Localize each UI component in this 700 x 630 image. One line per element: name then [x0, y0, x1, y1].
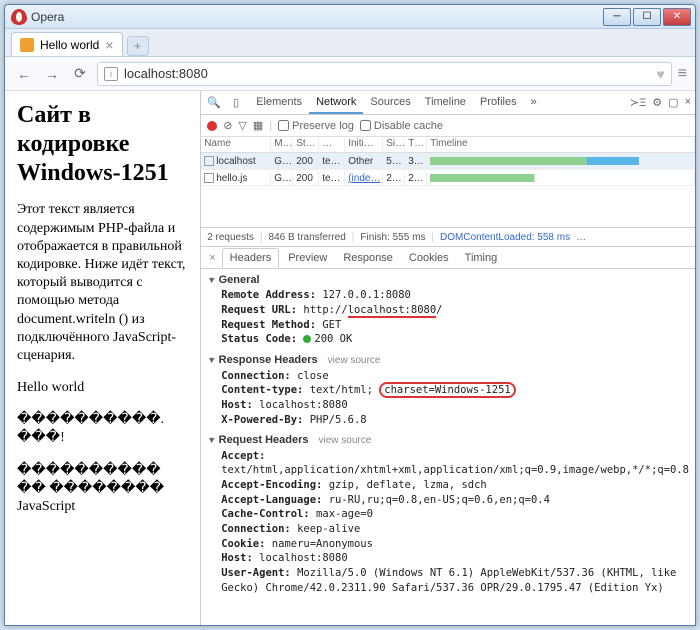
devtools-tab-network[interactable]: Network [309, 92, 363, 114]
window-close-button[interactable]: ✕ [663, 8, 691, 26]
summary-finish: Finish: 555 ms [360, 232, 425, 243]
menu-icon[interactable]: ≡ [678, 65, 687, 83]
preserve-log-checkbox[interactable]: Preserve log [278, 120, 354, 132]
col-type[interactable]: … [319, 137, 345, 152]
detail-close-icon[interactable]: × [205, 252, 219, 264]
console-toggle-icon[interactable]: ≻Ξ [630, 96, 646, 109]
highlighted-charset: charset=Windows-1251 [379, 382, 515, 398]
page-heading: Сайт в кодировке Windows-1251 [17, 101, 188, 187]
favicon-icon [20, 38, 34, 52]
section-heading[interactable]: General [207, 273, 689, 288]
devtools-tab-sources[interactable]: Sources [363, 92, 417, 114]
dock-icon[interactable]: ▢ [668, 96, 678, 109]
toolbar: ← → ⟳ i localhost:8080 ♥ ≡ [5, 57, 695, 91]
settings-icon[interactable]: ⚙ [652, 96, 662, 109]
network-toolbar: ⊘ ▽ ▦ | Preserve log Disable cache [201, 115, 695, 137]
browser-tab[interactable]: Hello world × [11, 32, 123, 56]
devtools-tab-elements[interactable]: Elements [249, 92, 309, 114]
detail-tabs: × Headers Preview Response Cookies Timin… [201, 247, 695, 269]
timeline-bar [430, 174, 691, 182]
filter-icon[interactable]: ▽ [238, 119, 246, 132]
col-timeline[interactable]: Timeline [427, 137, 695, 152]
devtools-tab-profiles[interactable]: Profiles [473, 92, 524, 114]
file-icon [204, 156, 214, 166]
file-icon [204, 173, 214, 183]
url-bar[interactable]: i localhost:8080 ♥ [97, 62, 672, 86]
devtools-topbar: 🔍 ▯ Elements Network Sources Timeline Pr… [201, 91, 695, 115]
network-row[interactable]: hello.js G… 200 te… (inde… 2… 2… [201, 170, 695, 187]
summary-requests: 2 requests [207, 232, 254, 243]
titlebar: Opera ─ ☐ ✕ [5, 5, 695, 29]
network-rows: localhost G… 200 te… Other 5… 3… hello.j… [201, 153, 695, 227]
col-method[interactable]: M… [271, 137, 293, 152]
status-dot-icon [303, 335, 311, 343]
section-heading[interactable]: Request Headersview source [207, 433, 689, 448]
window-maximize-button[interactable]: ☐ [633, 8, 661, 26]
detail-tab-preview[interactable]: Preview [281, 249, 334, 267]
summary-transferred: 846 B transferred [269, 232, 346, 243]
browser-window: Opera ─ ☐ ✕ Hello world × + ← → ⟳ i loca… [4, 4, 696, 626]
clear-icon[interactable]: ⊘ [223, 119, 232, 132]
page-paragraph: ����������. ���! [17, 411, 188, 447]
view-icon[interactable]: ▦ [253, 119, 263, 132]
section-heading[interactable]: Response Headersview source [207, 353, 689, 368]
opera-icon [11, 9, 27, 25]
back-button[interactable]: ← [13, 63, 35, 85]
headers-body[interactable]: General Remote Address: 127.0.0.1:8080 R… [201, 269, 695, 625]
summary-dcl: DOMContentLoaded: 558 ms [440, 232, 570, 243]
window-title: Opera [31, 10, 64, 24]
reload-button[interactable]: ⟳ [69, 63, 91, 85]
detail-tab-cookies[interactable]: Cookies [402, 249, 456, 267]
detail-tab-response[interactable]: Response [336, 249, 400, 267]
page-content: Сайт в кодировке Windows-1251 Этот текст… [5, 91, 200, 625]
request-headers-section: Request Headersview source Accept: text/… [207, 433, 689, 595]
tab-title: Hello world [40, 38, 99, 52]
detail-tab-timing[interactable]: Timing [458, 249, 505, 267]
col-name[interactable]: Name [201, 137, 271, 152]
view-source-link[interactable]: view source [319, 435, 372, 446]
new-tab-button[interactable]: + [127, 36, 149, 56]
disable-cache-checkbox[interactable]: Disable cache [360, 120, 443, 132]
timeline-bar [430, 157, 691, 165]
device-icon[interactable]: ▯ [227, 96, 245, 109]
devtools-tabs-more[interactable]: » [524, 92, 544, 114]
detail-tab-headers[interactable]: Headers [222, 248, 280, 268]
page-paragraph: Этот текст является содержимым PHP-файла… [17, 201, 188, 365]
highlighted-url: localhost:8080 [348, 304, 437, 318]
page-paragraph: ���������� �� �������� JavaScript [17, 462, 188, 517]
tab-close-icon[interactable]: × [105, 37, 113, 53]
network-summary: 2 requests| 846 B transferred| Finish: 5… [201, 227, 695, 247]
col-initiator[interactable]: Initi… [345, 137, 383, 152]
devtools-close-icon[interactable]: × [685, 96, 691, 109]
record-icon[interactable] [207, 121, 217, 131]
col-time[interactable]: T… [405, 137, 427, 152]
site-info-icon[interactable]: i [104, 67, 118, 81]
tabstrip: Hello world × + [5, 29, 695, 57]
url-text[interactable]: localhost:8080 [124, 66, 650, 81]
network-columns: Name M… St… … Initi… Si… T… Timeline [201, 137, 695, 153]
network-row[interactable]: localhost G… 200 te… Other 5… 3… [201, 153, 695, 170]
col-status[interactable]: St… [293, 137, 319, 152]
response-headers-section: Response Headersview source Connection: … [207, 353, 689, 427]
devtools-panel: 🔍 ▯ Elements Network Sources Timeline Pr… [200, 91, 695, 625]
forward-button[interactable]: → [41, 63, 63, 85]
bookmark-icon[interactable]: ♥ [656, 66, 664, 82]
window-minimize-button[interactable]: ─ [603, 8, 631, 26]
page-paragraph: Hello world [17, 379, 188, 397]
col-size[interactable]: Si… [383, 137, 405, 152]
devtools-tab-timeline[interactable]: Timeline [418, 92, 473, 114]
view-source-link[interactable]: view source [328, 355, 381, 366]
general-section: General Remote Address: 127.0.0.1:8080 R… [207, 273, 689, 347]
search-icon[interactable]: 🔍 [205, 96, 223, 109]
